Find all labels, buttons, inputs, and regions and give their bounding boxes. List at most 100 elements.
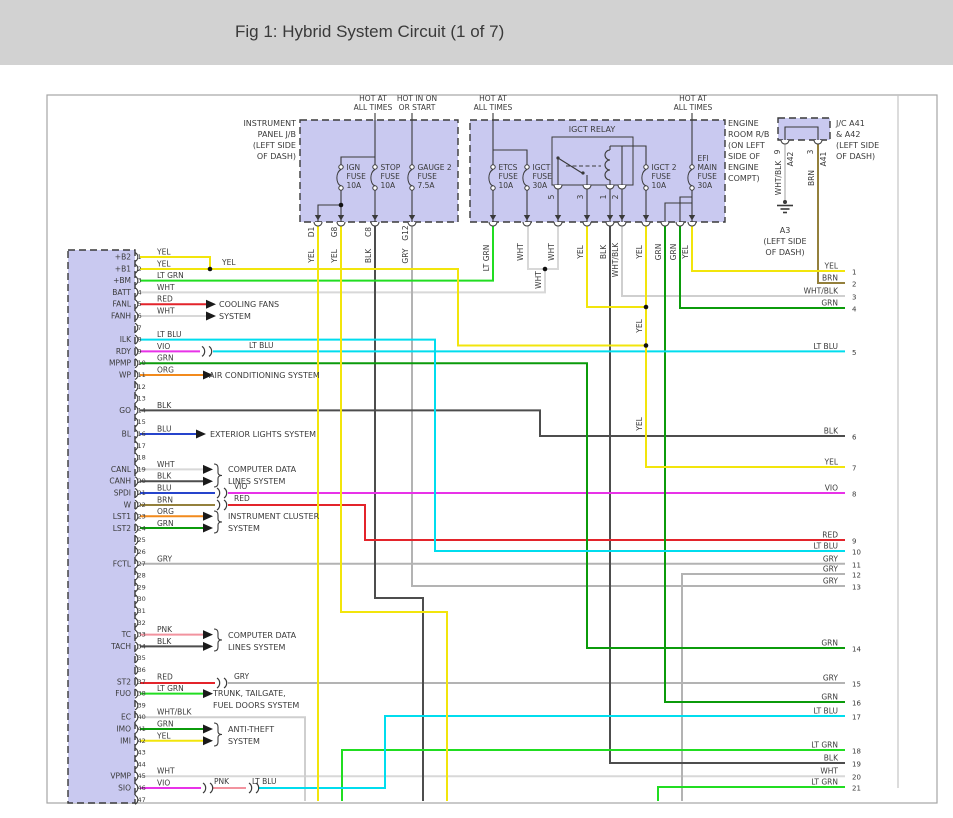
svg-text:21: 21 <box>138 489 146 497</box>
svg-text:FUSE: FUSE <box>499 172 519 181</box>
svg-text:16: 16 <box>852 700 861 708</box>
svg-text:WHT: WHT <box>820 767 838 776</box>
svg-text:37: 37 <box>138 678 146 686</box>
svg-text:CANL: CANL <box>111 465 132 474</box>
svg-text:12: 12 <box>138 383 146 391</box>
svg-text:FUSE: FUSE <box>698 172 718 181</box>
svg-text:IMO: IMO <box>116 725 131 734</box>
svg-text:CANH: CANH <box>109 477 131 486</box>
svg-text:(ON LEFT: (ON LEFT <box>728 141 765 150</box>
svg-text:30: 30 <box>138 595 146 603</box>
svg-text:(LEFT SIDE: (LEFT SIDE <box>253 141 296 150</box>
svg-text:GRN: GRN <box>669 244 678 261</box>
svg-text:+B2: +B2 <box>115 253 131 262</box>
svg-text:SPDI: SPDI <box>114 489 131 498</box>
svg-text:30A: 30A <box>533 181 549 190</box>
ground-a3: A3 (LEFT SIDE OF DASH) <box>763 200 807 257</box>
svg-text:29: 29 <box>138 583 146 591</box>
svg-text:A42: A42 <box>786 151 795 166</box>
svg-text:BRN: BRN <box>157 495 173 504</box>
svg-text:OF DASH): OF DASH) <box>765 248 804 257</box>
svg-text:PNK: PNK <box>214 777 230 786</box>
svg-text:BLK: BLK <box>157 401 172 410</box>
svg-text:WHT/BLK: WHT/BLK <box>157 708 192 717</box>
svg-text:15: 15 <box>138 418 146 426</box>
svg-text:RED: RED <box>157 672 173 681</box>
svg-text:16: 16 <box>138 430 146 438</box>
svg-text:IGCT: IGCT <box>533 163 551 172</box>
svg-text:FCTL: FCTL <box>113 559 132 568</box>
svg-text:TACH: TACH <box>110 642 131 651</box>
svg-text:YEL: YEL <box>635 416 644 431</box>
wiring-diagram: HOT ATALL TIMESHOT IN ONOR STARTHOT ATAL… <box>46 94 938 805</box>
svg-text:OF DASH): OF DASH) <box>257 152 296 161</box>
svg-text:SIDE OF: SIDE OF <box>728 152 760 161</box>
svg-text:8: 8 <box>852 491 856 499</box>
svg-text:LT BLU: LT BLU <box>813 707 838 716</box>
svg-text:5: 5 <box>547 194 556 199</box>
svg-text:ANTI-THEFT: ANTI-THEFT <box>228 725 274 734</box>
svg-text:10: 10 <box>852 549 861 557</box>
svg-text:WHT: WHT <box>516 243 525 261</box>
svg-text:TC: TC <box>121 630 131 639</box>
svg-text:LT GRN: LT GRN <box>482 245 491 272</box>
svg-text:YEL: YEL <box>824 458 839 467</box>
svg-text:STOP: STOP <box>381 163 401 172</box>
svg-text:FUSE: FUSE <box>381 172 401 181</box>
svg-text:38: 38 <box>138 690 146 698</box>
svg-text:GRY: GRY <box>234 672 250 681</box>
svg-text:EC: EC <box>121 713 131 722</box>
svg-text:FUSE: FUSE <box>347 172 367 181</box>
svg-text:SYSTEM: SYSTEM <box>228 737 260 746</box>
svg-text:46: 46 <box>138 784 146 792</box>
svg-text:FANL: FANL <box>112 300 131 309</box>
svg-text:A41: A41 <box>819 151 828 166</box>
svg-text:FUO: FUO <box>115 689 131 698</box>
svg-text:20: 20 <box>138 477 146 485</box>
svg-text:10A: 10A <box>347 181 363 190</box>
svg-text:VIO: VIO <box>157 342 170 351</box>
svg-text:YEL: YEL <box>156 259 171 268</box>
svg-text:39: 39 <box>138 701 146 709</box>
svg-text:BL: BL <box>122 430 132 439</box>
svg-text:8: 8 <box>138 336 142 344</box>
svg-text:6: 6 <box>852 434 857 442</box>
svg-text:LT BLU: LT BLU <box>252 777 277 786</box>
svg-text:LINES SYSTEM: LINES SYSTEM <box>228 643 285 652</box>
svg-text:47: 47 <box>138 796 146 804</box>
svg-text:HOT AT: HOT AT <box>679 94 707 103</box>
svg-text:D1: D1 <box>307 226 316 237</box>
svg-text:HOT AT: HOT AT <box>479 94 507 103</box>
svg-text:BLK: BLK <box>157 472 172 481</box>
svg-text:LT BLU: LT BLU <box>813 342 838 351</box>
svg-text:HOT AT: HOT AT <box>359 94 387 103</box>
svg-text:BLK: BLK <box>824 427 839 436</box>
svg-text:GRN: GRN <box>821 299 838 308</box>
svg-text:LT BLU: LT BLU <box>813 542 838 551</box>
svg-text:YEL: YEL <box>221 258 236 267</box>
svg-text:26: 26 <box>138 548 146 556</box>
svg-text:BRN: BRN <box>807 170 816 186</box>
svg-text:20: 20 <box>852 774 861 782</box>
svg-text:18: 18 <box>138 454 146 462</box>
svg-text:10: 10 <box>138 359 146 367</box>
svg-text:ETCS: ETCS <box>499 163 518 172</box>
svg-text:42: 42 <box>138 737 146 745</box>
svg-text:3: 3 <box>852 294 856 302</box>
svg-text:WHT/BLK: WHT/BLK <box>774 160 783 195</box>
svg-text:40: 40 <box>138 713 146 721</box>
svg-text:9: 9 <box>138 347 142 355</box>
right-pins: YEL 1 BRN 2 WHT/BLK 3 GRN 4 LT BLU 5 BLK 6 YEL 7 VIO 8 R… <box>804 262 862 793</box>
svg-text:FUSE: FUSE <box>418 172 438 181</box>
svg-text:FUEL DOORS SYSTEM: FUEL DOORS SYSTEM <box>213 701 299 710</box>
svg-text:GRN: GRN <box>654 244 663 261</box>
svg-text:11: 11 <box>852 561 861 569</box>
svg-text:PNK: PNK <box>157 625 173 634</box>
svg-text:LT GRN: LT GRN <box>811 741 838 750</box>
svg-text:25: 25 <box>138 536 146 544</box>
svg-text:28: 28 <box>138 572 146 580</box>
svg-text:+BM: +BM <box>113 276 131 285</box>
svg-text:ALL TIMES: ALL TIMES <box>674 103 713 112</box>
svg-text:6: 6 <box>138 312 142 320</box>
svg-text:BLK: BLK <box>157 637 172 646</box>
